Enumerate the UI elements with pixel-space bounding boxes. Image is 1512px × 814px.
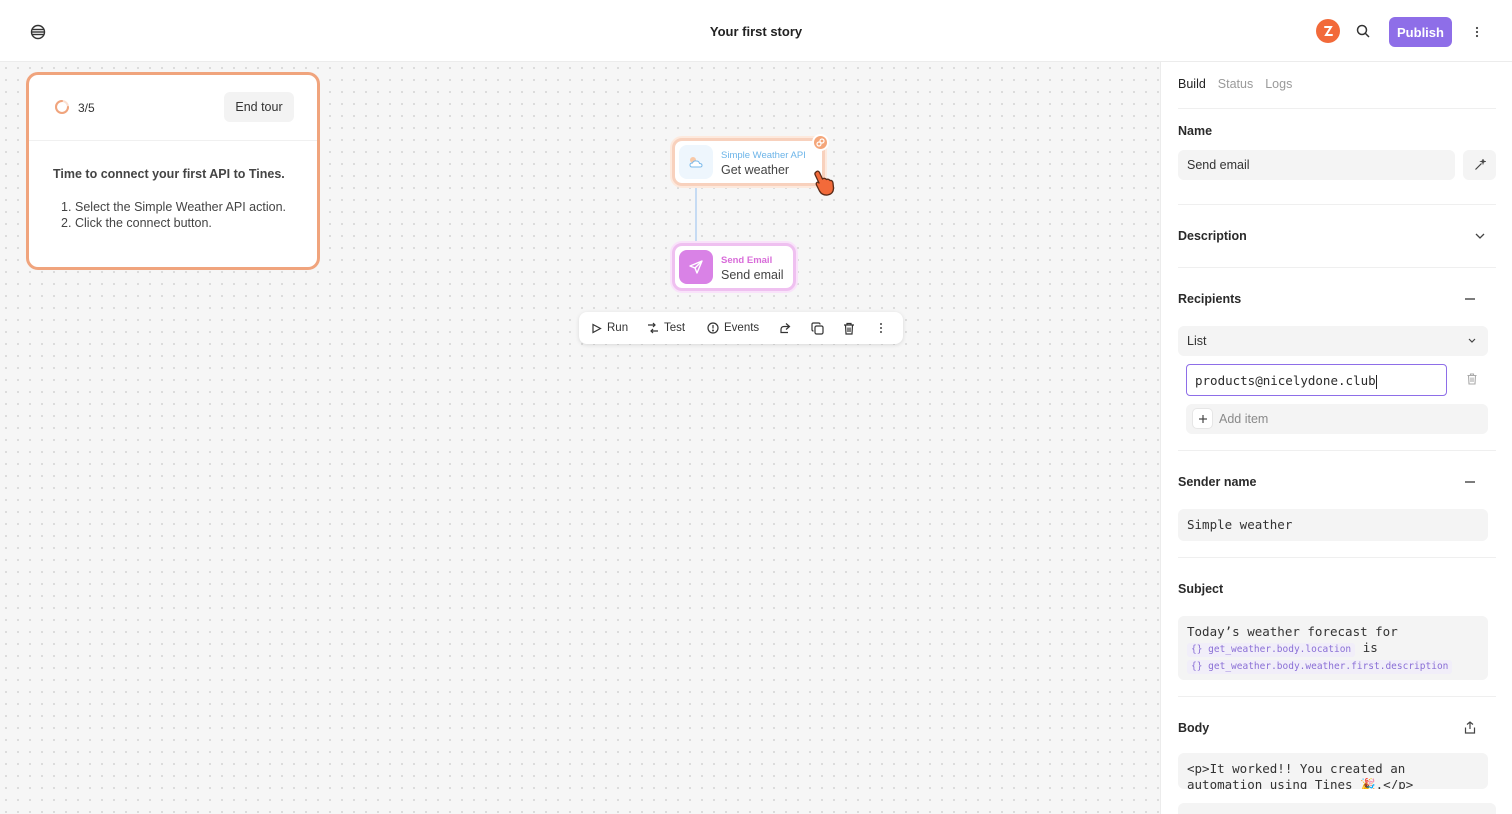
email-node-name: Send email (721, 268, 784, 282)
body-label: Body (1178, 721, 1210, 735)
action-toolbar: Run Test Events (579, 312, 903, 344)
action-config-panel: Build Status Logs Name Send email Descri… (1160, 62, 1512, 814)
description-label: Description (1178, 229, 1247, 243)
duplicate-icon[interactable] (811, 318, 824, 338)
events-icon (707, 322, 719, 334)
add-item-button[interactable]: Add item (1186, 404, 1488, 434)
name-field[interactable]: Send email (1178, 150, 1455, 180)
email-action-node[interactable]: Send Email Send email (672, 243, 796, 291)
stack-menu-icon[interactable] (26, 20, 50, 44)
chevron-down-icon (1468, 338, 1476, 343)
tab-build[interactable]: Build (1178, 77, 1206, 91)
sender-name-label: Sender name (1178, 475, 1257, 489)
divider (1178, 696, 1496, 697)
publish-button[interactable]: Publish (1389, 17, 1452, 47)
weather-node-type: Simple Weather API (721, 150, 806, 161)
end-tour-button[interactable]: End tour (224, 92, 294, 122)
play-icon (592, 323, 602, 333)
tour-step-counter: 3/5 (78, 101, 95, 115)
share-icon[interactable] (779, 318, 791, 338)
pointing-hand-icon (808, 168, 838, 198)
chevron-down-icon[interactable] (1472, 228, 1488, 244)
divider (1178, 450, 1496, 451)
collapse-minus-icon[interactable] (1462, 291, 1478, 307)
top-bar: Your first story Publish (0, 0, 1512, 62)
panel-tabs: Build Status Logs (1178, 77, 1292, 91)
toolbar-more-icon[interactable] (879, 318, 883, 338)
tour-step-item: 1. Select the Simple Weather API action. (61, 200, 286, 214)
more-options-icon[interactable] (1470, 22, 1484, 42)
search-icon[interactable] (1353, 21, 1373, 41)
next-field-edge (1178, 803, 1496, 814)
connect-link-icon[interactable] (812, 134, 829, 151)
subject-text: is (1362, 640, 1378, 655)
tab-status[interactable]: Status (1218, 77, 1253, 91)
expand-editor-icon[interactable] (1462, 718, 1478, 736)
delete-item-icon[interactable] (1463, 370, 1481, 388)
test-label: Test (664, 322, 686, 334)
divider (1178, 204, 1496, 205)
name-label: Name (1178, 124, 1213, 138)
divider (1178, 108, 1496, 109)
magic-wand-icon[interactable] (1463, 150, 1496, 180)
run-button[interactable]: Run (591, 318, 628, 338)
paper-plane-icon (679, 250, 713, 284)
weather-action-node[interactable]: Simple Weather API Get weather (672, 138, 825, 186)
collapse-minus-icon[interactable] (1462, 474, 1478, 490)
tour-card-header: 3/5 End tour (29, 75, 317, 141)
body-text-line: automation using Tines 🎉.</p> (1187, 777, 1414, 789)
sender-name-field[interactable]: Simple weather (1178, 509, 1488, 541)
body-field[interactable]: <p>It worked!! You created an automation… (1178, 753, 1488, 789)
formula-pill[interactable]: {} get_weather.body.location (1187, 643, 1356, 657)
recipient-email-value: products@nicelydone.club (1195, 373, 1376, 388)
progress-spinner-icon (54, 99, 70, 115)
test-icon (648, 322, 658, 334)
story-canvas[interactable]: 3/5 End tour Time to connect your first … (0, 62, 1160, 814)
cloud-sun-icon (679, 145, 713, 179)
weather-node-name: Get weather (721, 163, 790, 177)
subject-text: Today’s weather forecast for (1187, 624, 1398, 639)
trash-icon[interactable] (843, 318, 855, 338)
tour-steps-list: 1. Select the Simple Weather API action. … (53, 199, 293, 231)
divider (1178, 557, 1496, 558)
test-button[interactable]: Test (647, 318, 685, 338)
recipients-mode-select[interactable]: List (1178, 326, 1488, 356)
events-button[interactable]: Events (707, 318, 759, 338)
run-label: Run (607, 322, 629, 334)
subject-field[interactable]: Today’s weather forecast for {} get_weat… (1178, 616, 1488, 680)
story-title[interactable]: Your first story (0, 24, 1512, 39)
formula-pill[interactable]: {} get_weather.body.weather.first.descri… (1187, 660, 1453, 674)
body-text-line: <p>It worked!! You created an (1187, 761, 1406, 776)
recipients-mode-value: List (1187, 334, 1207, 348)
subject-label: Subject (1178, 582, 1224, 596)
tab-logs[interactable]: Logs (1265, 77, 1292, 91)
recipients-label: Recipients (1178, 292, 1242, 306)
email-node-type: Send Email (721, 255, 773, 266)
add-item-label: Add item (1219, 412, 1269, 426)
tour-step-item: 2. Click the connect button. (61, 216, 212, 230)
tour-heading: Time to connect your first API to Tines. (53, 167, 285, 181)
recipient-email-input[interactable]: products@nicelydone.club (1186, 364, 1447, 396)
events-label: Events (724, 322, 760, 334)
plus-icon (1193, 409, 1212, 428)
action-connector-line (695, 186, 697, 244)
tour-card: 3/5 End tour Time to connect your first … (26, 72, 320, 270)
tines-logo-icon[interactable] (1316, 19, 1340, 43)
divider (1178, 267, 1496, 268)
